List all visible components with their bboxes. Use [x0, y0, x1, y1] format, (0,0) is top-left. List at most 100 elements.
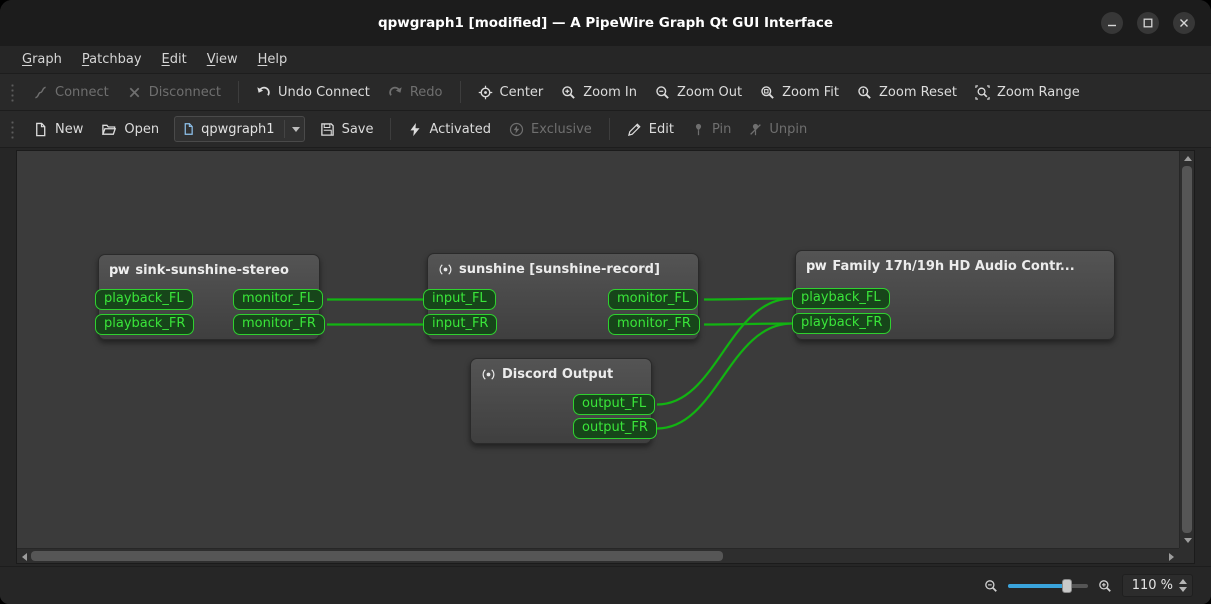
toolbar-graph: Connect Disconnect Undo Connect Redo	[0, 74, 1211, 111]
scroll-up-button[interactable]	[1180, 151, 1195, 166]
connection-edge[interactable]	[704, 324, 792, 325]
vertical-scrollbar-thumb[interactable]	[1182, 166, 1192, 533]
redo-icon	[388, 85, 403, 100]
window-title: qpwgraph1 [modified] — A PipeWire Graph …	[378, 15, 833, 31]
exclusive-toggle: Exclusive	[500, 117, 601, 142]
minimize-icon	[1107, 18, 1117, 28]
disconnect-button: Disconnect	[118, 80, 230, 105]
port-input[interactable]: playback_FL	[95, 289, 193, 310]
node-title: sunshine [sunshine-record]	[459, 262, 660, 277]
port-output[interactable]: output_FR	[573, 418, 657, 439]
chevron-down-icon	[292, 127, 300, 132]
circled-bolt-icon	[509, 122, 524, 137]
zoom-slider[interactable]	[1008, 576, 1088, 596]
connection-edge[interactable]	[704, 299, 792, 300]
spin-up-button[interactable]	[1179, 579, 1187, 584]
menu-help[interactable]: Help	[248, 48, 298, 71]
menu-graph[interactable]: Graph	[12, 48, 72, 71]
spin-down-button[interactable]	[1179, 587, 1187, 592]
central-area: pw sink-sunshine-stereo playback_FL play…	[0, 148, 1211, 566]
toolbar-separator	[609, 118, 610, 140]
connect-icon	[33, 85, 48, 100]
activated-toggle[interactable]: Activated	[399, 117, 500, 142]
port-output[interactable]: monitor_FL	[233, 289, 323, 310]
scroll-left-button[interactable]	[17, 549, 32, 564]
menu-edit[interactable]: Edit	[152, 48, 197, 71]
port-input[interactable]: playback_FR	[95, 314, 194, 335]
menu-patchbay[interactable]: Patchbay	[72, 48, 152, 71]
zoom-slider-fill	[1008, 584, 1066, 588]
node-title-bar: pw Family 17h/19h HD Audio Contr...	[796, 251, 1114, 278]
horizontal-scrollbar-thumb[interactable]	[31, 551, 723, 561]
graph-canvas[interactable]: pw sink-sunshine-stereo playback_FL play…	[16, 150, 1195, 564]
zoom-spinbox[interactable]: 110 %	[1122, 574, 1193, 597]
close-icon	[1179, 18, 1189, 28]
statusbar: 110 %	[0, 566, 1211, 604]
patchbay-profile-value: qpwgraph1	[201, 122, 274, 137]
scrollbar-corner	[1179, 548, 1194, 563]
minimize-button[interactable]	[1101, 12, 1123, 34]
new-button[interactable]: New	[24, 117, 92, 142]
toolbar-patchbay: New Open qpwgraph1 Save	[0, 111, 1211, 148]
zoom-in-icon[interactable]	[1098, 579, 1112, 593]
titlebar[interactable]: qpwgraph1 [modified] — A PipeWire Graph …	[0, 0, 1211, 46]
close-button[interactable]	[1173, 12, 1195, 34]
arrow-left-icon	[22, 553, 27, 561]
scroll-down-button[interactable]	[1180, 533, 1195, 548]
arrow-up-icon	[1184, 156, 1192, 161]
pin-button: Pin	[683, 117, 740, 142]
connection-edges	[17, 151, 1192, 563]
spin-arrows	[1179, 579, 1187, 592]
port-output[interactable]: output_FL	[573, 394, 655, 415]
zoom-in-button[interactable]: Zoom In	[552, 80, 646, 105]
window-controls	[1101, 0, 1195, 46]
zoom-out-icon[interactable]	[984, 579, 998, 593]
port-input[interactable]: playback_FL	[792, 288, 890, 309]
patchbay-profile-combo[interactable]: qpwgraph1	[174, 116, 304, 142]
toolbar-drag-handle[interactable]	[10, 119, 16, 139]
vertical-scrollbar[interactable]	[1179, 151, 1194, 548]
undo-connect-button[interactable]: Undo Connect	[247, 80, 379, 105]
scroll-right-button[interactable]	[1164, 549, 1179, 564]
node-title-bar: sunshine [sunshine-record]	[428, 254, 698, 281]
port-input[interactable]: input_FL	[423, 289, 496, 310]
maximize-button[interactable]	[1137, 12, 1159, 34]
app-window: qpwgraph1 [modified] — A PipeWire Graph …	[0, 0, 1211, 604]
patchbay-file-icon	[182, 122, 195, 136]
open-folder-icon	[101, 122, 117, 137]
edit-toggle[interactable]: Edit	[618, 117, 683, 142]
toolbar-drag-handle[interactable]	[10, 82, 16, 102]
port-output[interactable]: monitor_FR	[608, 314, 700, 335]
record-icon	[481, 367, 496, 382]
redo-button: Redo	[379, 80, 452, 105]
zoom-out-button[interactable]: Zoom Out	[646, 80, 751, 105]
arrow-down-icon	[1184, 538, 1192, 543]
arrow-right-icon	[1169, 553, 1174, 561]
port-input[interactable]: playback_FR	[792, 313, 891, 334]
port-input[interactable]: input_FR	[423, 314, 497, 335]
zoom-in-icon	[561, 85, 576, 100]
toolbar-separator	[238, 81, 239, 103]
center-icon	[478, 85, 493, 100]
save-button[interactable]: Save	[311, 117, 383, 142]
open-button[interactable]: Open	[92, 117, 168, 142]
node-title: sink-sunshine-stereo	[135, 263, 289, 278]
zoom-value: 110 %	[1132, 578, 1173, 593]
zoom-range-button[interactable]: Zoom Range	[966, 80, 1089, 105]
port-output[interactable]: monitor_FR	[233, 314, 325, 335]
horizontal-scrollbar[interactable]	[17, 548, 1179, 563]
node-title-bar: pw sink-sunshine-stereo	[99, 255, 319, 282]
menu-view[interactable]: View	[197, 48, 248, 71]
undo-icon	[256, 85, 271, 100]
port-output[interactable]: monitor_FL	[608, 289, 698, 310]
center-button[interactable]: Center	[469, 80, 553, 105]
node-title-bar: Discord Output	[471, 359, 651, 386]
maximize-icon	[1143, 18, 1153, 28]
record-icon	[438, 262, 453, 277]
zoom-reset-button[interactable]: Zoom Reset	[848, 80, 966, 105]
zoom-slider-handle[interactable]	[1062, 579, 1072, 593]
zoom-fit-button[interactable]: Zoom Fit	[751, 80, 848, 105]
combo-dropdown-button[interactable]	[284, 120, 300, 138]
zoom-fit-icon	[760, 85, 775, 100]
pin-icon	[692, 122, 705, 137]
